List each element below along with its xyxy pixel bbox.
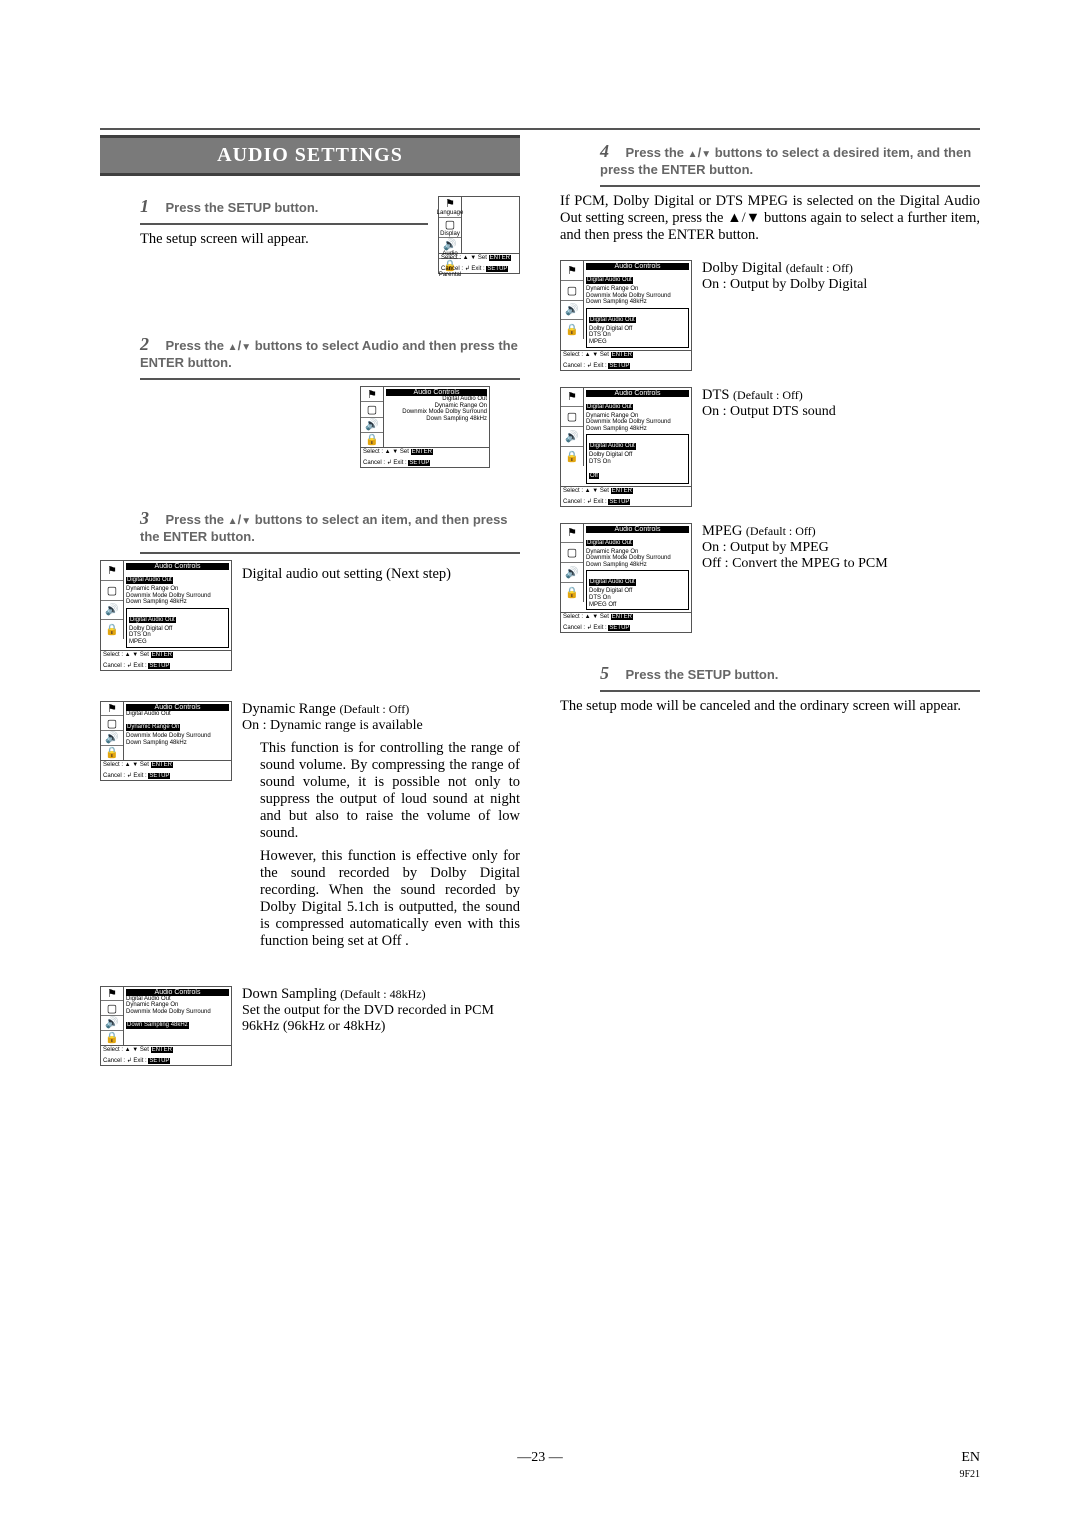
up-arrow-icon — [228, 338, 238, 353]
section-title: AUDIO SETTINGS — [100, 135, 520, 176]
down-arrow-icon — [701, 145, 711, 160]
up-arrow-icon — [228, 512, 238, 527]
down-arrow-icon — [241, 338, 251, 353]
display-icon: ▢ — [445, 218, 455, 231]
down-arrow-icon — [241, 512, 251, 527]
step-number: 5 — [600, 663, 622, 684]
digital-audio-out-thumbnail: ⚑ ▢ 🔊 🔒 Audio Controls Digital Audio Out… — [100, 560, 232, 671]
step2-head: Press the / buttons to select Audio and … — [140, 338, 518, 370]
step3-head: Press the / buttons to select an item, a… — [140, 512, 508, 544]
language-label: EN — [961, 1450, 980, 1466]
up-arrow-icon — [688, 145, 698, 160]
setup-screen-thumbnail: ⚑Language ▢Display 🔊Audio 🔒Parental Sele… — [438, 196, 520, 274]
step1-body: The setup screen will appear. — [140, 231, 428, 248]
dolby-digital-thumbnail: ⚑ ▢ 🔊 🔒 Audio Controls Digital Audio Out… — [560, 260, 692, 371]
step4-head: Press the / buttons to select a desired … — [600, 145, 971, 177]
digital-audio-out-text: Digital audio out setting (Next step) — [242, 566, 520, 583]
step4-body: If PCM, Dolby Digital or DTS MPEG is sel… — [560, 193, 980, 244]
step1-head: Press the SETUP button. — [166, 200, 319, 215]
step-number: 3 — [140, 508, 162, 529]
step-number: 4 — [600, 141, 622, 162]
audio-icon: 🔊 — [443, 238, 457, 251]
dynamic-range-text: Dynamic Range (Default : Off) On : Dynam… — [242, 701, 520, 956]
mpeg-text: MPEG (Default : Off) On : Output by MPEG… — [702, 523, 980, 572]
doc-code: 9F21 — [959, 1469, 980, 1480]
dolby-digital-text: Dolby Digital (default : Off) On : Outpu… — [702, 260, 980, 293]
page-number: —23 — — [0, 1450, 1080, 1466]
flag-icon: ⚑ — [445, 197, 455, 210]
down-sampling-thumbnail: ⚑ ▢ 🔊 🔒 Audio Controls Digital Audio Out… — [100, 986, 232, 1066]
step-number: 2 — [140, 334, 162, 355]
step5-head: Press the SETUP button. — [626, 667, 779, 682]
step5-body: The setup mode will be canceled and the … — [560, 698, 980, 715]
down-sampling-text: Down Sampling (Default : 48kHz) Set the … — [242, 986, 520, 1035]
dts-text: DTS (Default : Off) On : Output DTS soun… — [702, 387, 980, 420]
mpeg-thumbnail: ⚑ ▢ 🔊 🔒 Audio Controls Digital Audio Out… — [560, 523, 692, 634]
dts-thumbnail: ⚑ ▢ 🔊 🔒 Audio Controls Digital Audio Out… — [560, 387, 692, 507]
step-number: 1 — [140, 196, 162, 217]
audio-controls-thumbnail: ⚑ ▢ 🔊 🔒 Audio Controls Digital Audio Out… — [360, 386, 490, 468]
dynamic-range-thumbnail: ⚑ ▢ 🔊 🔒 Audio Controls Digital Audio Out… — [100, 701, 232, 781]
